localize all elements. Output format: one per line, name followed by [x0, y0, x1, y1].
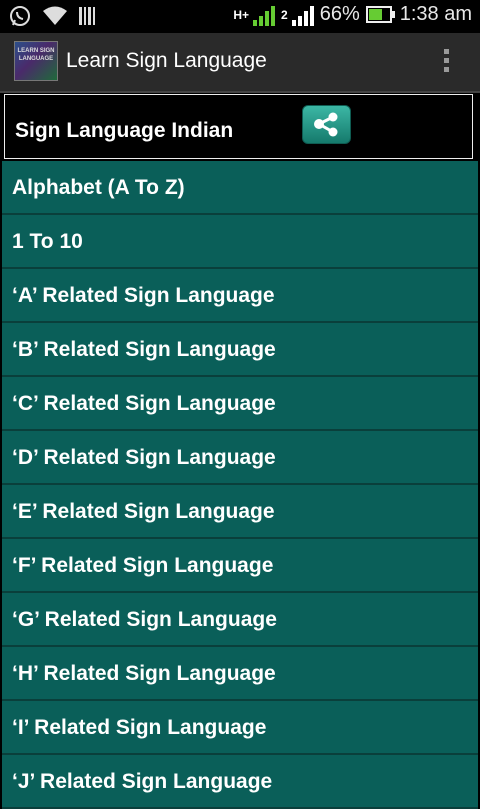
whatsapp-icon: [8, 4, 32, 33]
list-item[interactable]: ‘I’ Related Sign Language: [2, 701, 478, 755]
overflow-menu-icon[interactable]: [444, 49, 450, 72]
header-title: Sign Language Indian: [15, 119, 234, 142]
list-item[interactable]: ‘H’ Related Sign Language: [2, 647, 478, 701]
status-bar: H+ 2 66% 1:38 am: [0, 0, 480, 33]
share-icon: [314, 112, 338, 137]
signal-sim1-icon: [253, 4, 276, 26]
wifi-icon: [42, 5, 68, 32]
sim2-label: 2: [281, 7, 288, 22]
action-bar: LEARN SIGN LANGUAGE Learn Sign Language: [0, 33, 480, 93]
header-card: Sign Language Indian: [4, 94, 473, 159]
battery-fill: [368, 9, 382, 20]
list-item[interactable]: ‘J’ Related Sign Language: [2, 755, 478, 809]
network-type-label: H+: [233, 7, 250, 22]
list-item[interactable]: ‘B’ Related Sign Language: [2, 323, 478, 377]
signal-sim2-icon: [291, 4, 314, 26]
list-item[interactable]: ‘A’ Related Sign Language: [2, 269, 478, 323]
list-item[interactable]: ‘G’ Related Sign Language: [2, 593, 478, 647]
list-item[interactable]: ‘C’ Related Sign Language: [2, 377, 478, 431]
list-item[interactable]: ‘F’ Related Sign Language: [2, 539, 478, 593]
battery-icon: [365, 6, 395, 23]
list-item[interactable]: ‘D’ Related Sign Language: [2, 431, 478, 485]
share-button[interactable]: [302, 105, 351, 144]
app-title: Learn Sign Language: [66, 49, 267, 72]
clock: 1:38 am: [399, 3, 472, 25]
app-logo: LEARN SIGN LANGUAGE: [14, 41, 58, 81]
sign-topic-list: Alphabet (A To Z) 1 To 10 ‘A’ Related Sign…: [2, 161, 478, 809]
list-item[interactable]: 1 To 10: [2, 215, 478, 269]
battery-percent: 66%: [319, 3, 360, 25]
list-item[interactable]: ‘E’ Related Sign Language: [2, 485, 478, 539]
list-item[interactable]: Alphabet (A To Z): [2, 161, 478, 215]
barcode-icon: [78, 5, 96, 32]
